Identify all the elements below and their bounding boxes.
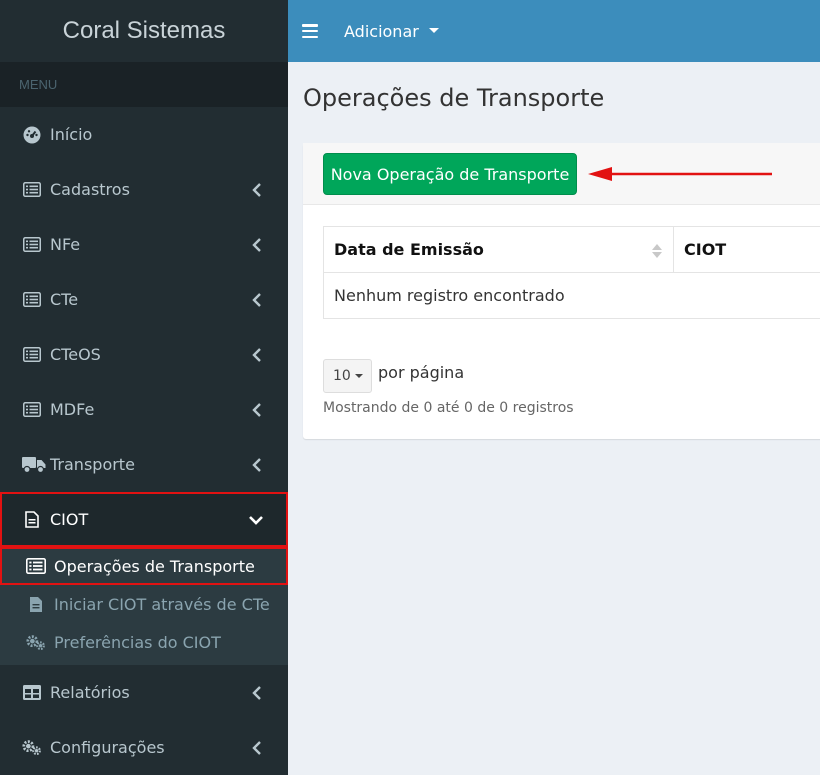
per-page-label: por página [378, 363, 465, 382]
list-icon [22, 290, 42, 310]
red-arrow-annotation [588, 167, 772, 181]
add-dropdown-label: Adicionar [344, 21, 419, 41]
file-icon [26, 595, 46, 613]
sidebar-item-mdfe[interactable]: MDFe [0, 382, 288, 437]
sidebar-item-label: CIOT [50, 510, 89, 529]
sidebar: Coral Sistemas MENU Início Cadastros NFe… [0, 0, 288, 775]
chevron-left-icon [252, 237, 261, 252]
sidebar-item-configuracoes[interactable]: Configurações [0, 720, 288, 775]
brand-logo[interactable]: Coral Sistemas [0, 0, 288, 62]
box-header: Nova Operação de Transporte [303, 143, 820, 205]
sidebar-item-label: Transporte [50, 455, 135, 474]
sidebar-item-cteos[interactable]: CTeOS [0, 327, 288, 382]
submenu-preferencias-ciot[interactable]: Preferências do CIOT [0, 623, 288, 661]
chevron-left-icon [252, 182, 261, 197]
sidebar-item-cadastros[interactable]: Cadastros [0, 162, 288, 217]
submenu-operacoes-transporte[interactable]: Operações de Transporte [0, 547, 288, 585]
records-info: Mostrando de 0 até 0 de 0 registros [323, 400, 574, 416]
sidebar-item-ciot[interactable]: CIOT [0, 492, 288, 547]
chevron-left-icon [252, 347, 261, 362]
gears-icon [26, 633, 46, 651]
empty-message: Nenhum registro encontrado [323, 272, 820, 319]
sidebar-item-relatorios[interactable]: Relatórios [0, 665, 288, 720]
chevron-left-icon [252, 457, 261, 472]
sidebar-item-cte[interactable]: CTe [0, 272, 288, 327]
ciot-submenu: Operações de Transporte Iniciar CIOT atr… [0, 547, 288, 665]
table-icon [22, 683, 42, 703]
sidebar-item-label: Relatórios [50, 683, 130, 702]
content-box: Nova Operação de Transporte Data de Emis… [303, 143, 820, 439]
add-dropdown[interactable]: Adicionar [344, 22, 439, 41]
hamburger-menu-icon[interactable] [302, 24, 318, 38]
sidebar-item-label: NFe [50, 235, 81, 254]
list-icon [22, 400, 42, 420]
chevron-left-icon [252, 292, 261, 307]
caret-down-icon [354, 374, 363, 378]
chevron-down-icon [249, 515, 263, 525]
sidebar-item-label: Início [50, 125, 93, 144]
sidebar-item-label: CTeOS [50, 345, 101, 364]
submenu-label: Preferências do CIOT [54, 632, 221, 652]
list-icon [26, 557, 46, 575]
gears-icon [22, 738, 42, 758]
submenu-iniciar-ciot[interactable]: Iniciar CIOT através de CTe [0, 585, 288, 623]
list-icon [22, 180, 42, 200]
sidebar-item-label: MDFe [50, 400, 95, 419]
sidebar-item-label: Configurações [50, 738, 165, 757]
new-transport-operation-button[interactable]: Nova Operação de Transporte [323, 153, 577, 195]
top-navbar: Adicionar [288, 0, 820, 62]
menu-header: MENU [0, 62, 288, 107]
sidebar-item-label: CTe [50, 290, 79, 309]
chevron-left-icon [252, 740, 261, 755]
file-icon [22, 510, 42, 530]
sidebar-item-label: Cadastros [50, 180, 130, 199]
sidebar-item-nfe[interactable]: NFe [0, 217, 288, 272]
page-size-select[interactable]: 10 [323, 359, 372, 393]
chevron-left-icon [252, 402, 261, 417]
sidebar-item-transporte[interactable]: Transporte [0, 437, 288, 492]
column-header-ciot[interactable]: CIOT [673, 226, 820, 273]
chevron-left-icon [252, 685, 261, 700]
sidebar-item-inicio[interactable]: Início [0, 107, 288, 162]
list-icon [22, 345, 42, 365]
column-header-data-emissao[interactable]: Data de Emissão [323, 226, 674, 273]
page-title: Operações de Transporte [303, 84, 605, 112]
caret-down-icon [428, 27, 439, 33]
truck-icon [22, 455, 46, 475]
sort-icon [652, 244, 662, 258]
list-icon [22, 235, 42, 255]
table-row: Nenhum registro encontrado [323, 272, 820, 319]
dashboard-icon [22, 125, 42, 145]
submenu-label: Iniciar CIOT através de CTe [54, 594, 270, 614]
submenu-label: Operações de Transporte [54, 556, 255, 576]
operations-table: Data de Emissão CIOT Nenhum registro enc… [323, 226, 820, 319]
